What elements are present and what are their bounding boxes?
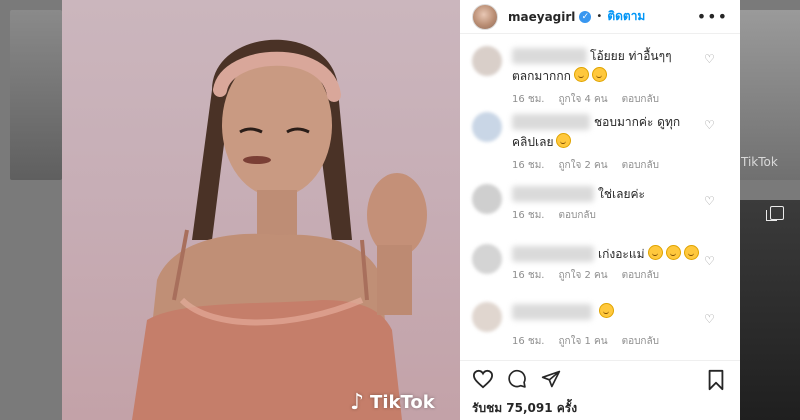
- comment-text-line2: คลิปเลย: [512, 132, 572, 152]
- reply-button[interactable]: ตอบกลับ: [558, 208, 595, 223]
- grinning-emoji-icon: [591, 67, 607, 82]
- comment-time: 16 ชม.: [512, 94, 545, 105]
- header-separator: •: [596, 11, 603, 22]
- comment-meta: 16 ชม. ถูกใจ 2 คน ตอบกลับ: [512, 158, 659, 173]
- video-frame-illustration: [132, 39, 427, 420]
- post-media-video[interactable]: ♪ TikTok: [62, 0, 460, 420]
- comment-like-heart-icon[interactable]: ♡: [704, 254, 715, 268]
- grinning-emoji-icon: [573, 67, 589, 82]
- comment-like-heart-icon[interactable]: ♡: [704, 118, 715, 132]
- background-post-right-bottom: [738, 200, 800, 420]
- comment-time: 16 ชม.: [512, 160, 545, 171]
- commenter-avatar[interactable]: [472, 302, 502, 332]
- author-avatar[interactable]: [472, 3, 498, 30]
- author-username[interactable]: maeyagirl: [508, 10, 575, 24]
- comment-text: เก่งอะแม่: [598, 244, 699, 264]
- commenter-name-redacted: [512, 186, 594, 202]
- smiling-emoji-icon: [556, 133, 572, 148]
- commenter-avatar[interactable]: [472, 112, 502, 142]
- tiktok-note-icon: ♪: [350, 389, 365, 415]
- reply-button[interactable]: ตอบกลับ: [622, 158, 659, 173]
- comment-text: ใช่เลยค่ะ: [598, 187, 645, 201]
- comment-meta: 16 ชม. ถูกใจ 1 คน ตอบกลับ: [512, 334, 659, 349]
- background-watermark: TikTok: [741, 155, 778, 169]
- commenter-name-redacted: [512, 48, 587, 64]
- tiktok-watermark: ♪ TikTok: [350, 389, 435, 415]
- comment-likes[interactable]: ถูกใจ 1 คน: [558, 334, 607, 349]
- post-actions-bar: รับชม 75,091 ครั้ง: [460, 360, 740, 420]
- comment-meta: 16 ชม. ถูกใจ 2 คน ตอบกลับ: [512, 268, 659, 283]
- more-options-icon[interactable]: •••: [697, 7, 728, 26]
- comment-time: 16 ชม.: [512, 210, 545, 221]
- commenter-name-redacted: [512, 246, 594, 262]
- reply-button[interactable]: ตอบกลับ: [622, 92, 659, 107]
- tiktok-watermark-label: TikTok: [370, 392, 435, 413]
- comment-bubble-icon[interactable]: [506, 369, 528, 389]
- comment-likes[interactable]: ถูกใจ 2 คน: [558, 158, 607, 173]
- commenter-avatar[interactable]: [472, 46, 502, 76]
- comment-like-heart-icon[interactable]: ♡: [704, 312, 715, 326]
- commenter-name-redacted: [512, 114, 590, 130]
- post-modal: ♪ TikTok maeyagirl ✓ • ติดตาม ••• โอ้ยยย…: [62, 0, 740, 420]
- comment-like-heart-icon[interactable]: ♡: [704, 52, 715, 66]
- comment-meta: 16 ชม. ถูกใจ 4 คน ตอบกลับ: [512, 92, 659, 107]
- comment-time: 16 ชม.: [512, 270, 545, 281]
- rofl-emoji-icon: [599, 303, 614, 318]
- like-heart-icon[interactable]: [472, 369, 494, 389]
- comment-text: ชอบมากค่ะ ดูทุก: [594, 115, 681, 129]
- comment-text-line2: ตลกมากกก: [512, 66, 607, 86]
- grinning-emoji-icon: [683, 245, 699, 260]
- follow-button[interactable]: ติดตาม: [607, 7, 645, 26]
- save-bookmark-icon[interactable]: [706, 369, 726, 391]
- view-count: รับชม 75,091 ครั้ง: [472, 401, 578, 415]
- comments-list[interactable]: โอ้ยยย ท่าอื้นๆๆ ตลกมากกก 16 ชม. ถูกใจ 4…: [460, 34, 740, 360]
- post-header: maeyagirl ✓ • ติดตาม •••: [460, 0, 740, 34]
- comment-time: 16 ชม.: [512, 336, 545, 347]
- comment-likes[interactable]: ถูกใจ 2 คน: [558, 268, 607, 283]
- multiple-posts-icon: [766, 206, 784, 221]
- commenter-avatar[interactable]: [472, 184, 502, 214]
- commenter-avatar[interactable]: [472, 244, 502, 274]
- background-post-left: [10, 10, 62, 180]
- reply-button[interactable]: ตอบกลับ: [622, 268, 659, 283]
- share-paper-plane-icon[interactable]: [540, 369, 562, 389]
- grinning-emoji-icon: [665, 245, 681, 260]
- comment-text: โอ้ยยย ท่าอื้นๆๆ: [590, 49, 672, 63]
- comment-like-heart-icon[interactable]: ♡: [704, 194, 715, 208]
- grinning-emoji-icon: [647, 245, 663, 260]
- commenter-name-redacted: [512, 304, 592, 320]
- post-side-panel: maeyagirl ✓ • ติดตาม ••• โอ้ยยย ท่าอื้นๆ…: [460, 0, 740, 420]
- comment-likes[interactable]: ถูกใจ 4 คน: [558, 92, 607, 107]
- verified-badge-icon: ✓: [579, 10, 592, 23]
- comment-meta: 16 ชม. ตอบกลับ: [512, 208, 596, 223]
- reply-button[interactable]: ตอบกลับ: [622, 334, 659, 349]
- comment-text: [596, 302, 614, 322]
